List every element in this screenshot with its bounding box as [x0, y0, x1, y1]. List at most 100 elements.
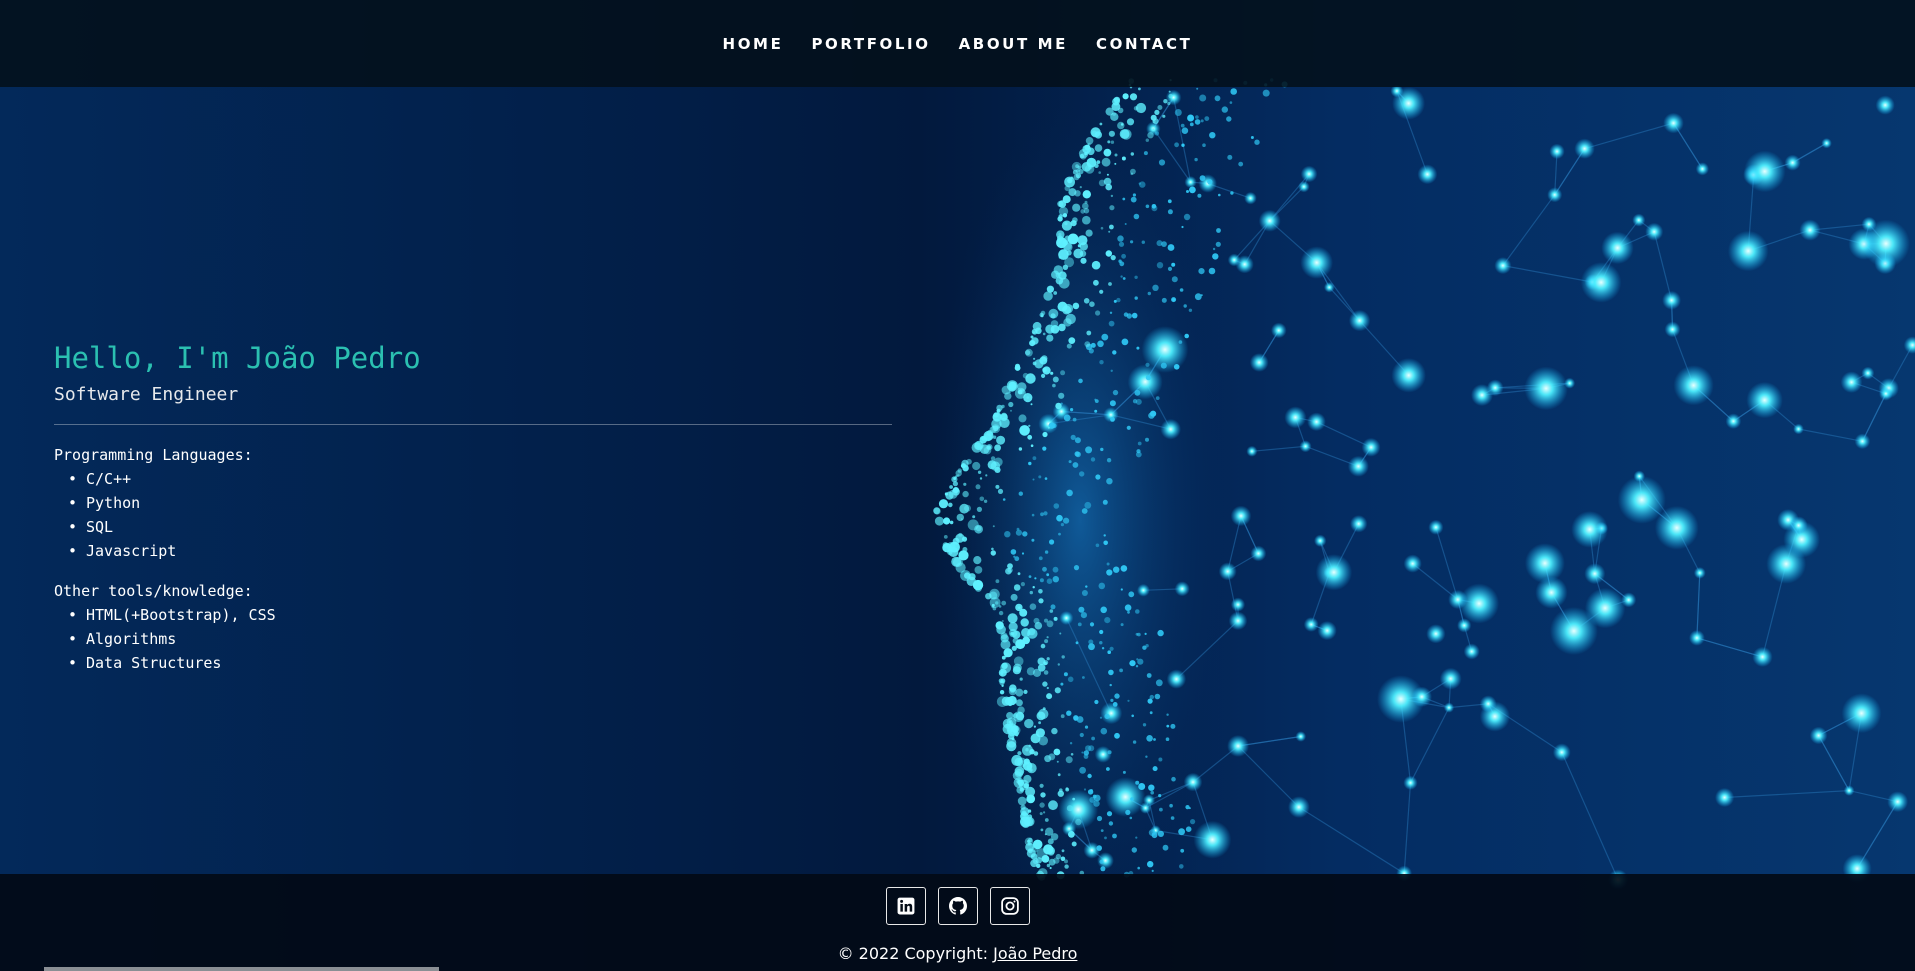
face-particle	[1125, 809, 1131, 816]
face-particle	[1154, 131, 1160, 136]
face-particle	[973, 556, 982, 565]
face-particle	[1100, 606, 1107, 614]
face-particle	[1060, 523, 1064, 527]
face-particle	[1146, 735, 1153, 742]
copyright-author-link[interactable]: João Pedro	[993, 944, 1077, 963]
face-particle	[1156, 262, 1164, 269]
face-particle	[1096, 845, 1102, 851]
network-node-glow	[1693, 567, 1706, 579]
network-node-glow	[1743, 150, 1786, 193]
face-particle	[1161, 297, 1167, 303]
face-particle	[1103, 148, 1112, 157]
face-particle	[1141, 240, 1146, 244]
face-particle	[1106, 562, 1110, 566]
network-node-glow	[1471, 384, 1493, 407]
face-particle	[1127, 699, 1130, 702]
face-particle	[1106, 458, 1112, 463]
linkedin-button[interactable]	[885, 887, 926, 925]
face-particle	[1039, 783, 1044, 788]
face-particle	[1122, 277, 1126, 280]
face-particle	[1061, 655, 1065, 659]
face-particle	[1060, 370, 1066, 376]
network-node-glow	[1250, 545, 1267, 562]
instagram-button[interactable]	[989, 887, 1030, 925]
face-particle	[1041, 855, 1050, 863]
face-particle	[1001, 620, 1004, 622]
face-particle	[1118, 241, 1125, 247]
face-particle	[1080, 257, 1087, 264]
face-particle	[1057, 216, 1063, 222]
face-particle	[1173, 364, 1180, 370]
face-particle	[1079, 766, 1086, 774]
face-particle	[1072, 302, 1080, 310]
face-particle	[1073, 565, 1080, 571]
face-particle	[1080, 612, 1087, 619]
face-particle	[1163, 99, 1168, 104]
face-particle	[1151, 869, 1154, 873]
face-particle	[1081, 590, 1088, 596]
face-particle	[1030, 335, 1034, 339]
list-item: SQL	[68, 515, 892, 539]
nav-about-me-link[interactable]: ABOUT ME	[945, 35, 1082, 53]
face-particle	[1085, 745, 1092, 752]
face-particle	[1035, 857, 1043, 864]
face-particle	[1046, 285, 1054, 293]
face-particle	[1014, 556, 1020, 562]
horizontal-scrollbar-thumb[interactable]	[44, 967, 439, 971]
face-particle	[1075, 164, 1079, 169]
face-particle	[1120, 588, 1123, 591]
face-particle	[1154, 109, 1160, 115]
face-particle	[1068, 188, 1077, 197]
face-particle	[1043, 291, 1053, 301]
face-particle	[1126, 313, 1133, 319]
network-node-glow	[1324, 282, 1335, 293]
face-particle	[943, 535, 948, 539]
face-particle	[1157, 830, 1164, 838]
face-particle	[1196, 87, 1199, 90]
face-particle	[1029, 590, 1034, 595]
face-particle	[1167, 209, 1173, 215]
face-particle	[1072, 797, 1076, 801]
face-particle	[1190, 819, 1196, 825]
face-particle	[994, 444, 1001, 452]
face-particle	[1044, 618, 1048, 623]
nav-home-link[interactable]: HOME	[709, 35, 798, 53]
face-particle	[1096, 815, 1103, 822]
face-particle	[1118, 259, 1122, 263]
nav-portfolio-link[interactable]: PORTFOLIO	[797, 35, 944, 53]
face-particle	[1158, 757, 1163, 762]
face-particle	[1044, 477, 1048, 480]
face-particle	[956, 513, 964, 522]
nav-contact-link[interactable]: CONTACT	[1082, 35, 1206, 53]
face-particle	[1013, 584, 1021, 591]
face-particle	[1028, 837, 1033, 843]
face-particle	[1058, 277, 1070, 289]
face-particle	[1167, 244, 1175, 251]
face-particle	[1068, 460, 1072, 464]
face-particle	[1134, 389, 1141, 396]
face-particle	[933, 507, 940, 515]
face-particle	[1067, 676, 1074, 683]
face-particle	[983, 499, 988, 503]
face-particle	[1034, 577, 1037, 580]
list-item: Data Structures	[68, 651, 892, 675]
face-particle	[1100, 829, 1104, 832]
face-particle	[1081, 751, 1084, 754]
face-particle	[976, 506, 983, 512]
face-particle	[1066, 489, 1073, 497]
network-node-glow	[1862, 219, 1910, 268]
face-particle	[1185, 805, 1190, 810]
face-particle	[1112, 833, 1117, 839]
face-particle	[1145, 362, 1150, 367]
face-particle	[1027, 848, 1033, 854]
network-line	[1696, 572, 1701, 638]
face-particle	[1171, 262, 1176, 267]
face-particle	[996, 696, 1008, 707]
face-particle	[1109, 646, 1114, 651]
network-node-glow	[1574, 138, 1595, 159]
face-particle	[1008, 401, 1014, 408]
face-particle	[1064, 864, 1069, 869]
face-particle	[999, 690, 1005, 695]
github-button[interactable]	[937, 887, 978, 925]
face-particle	[1138, 182, 1142, 185]
